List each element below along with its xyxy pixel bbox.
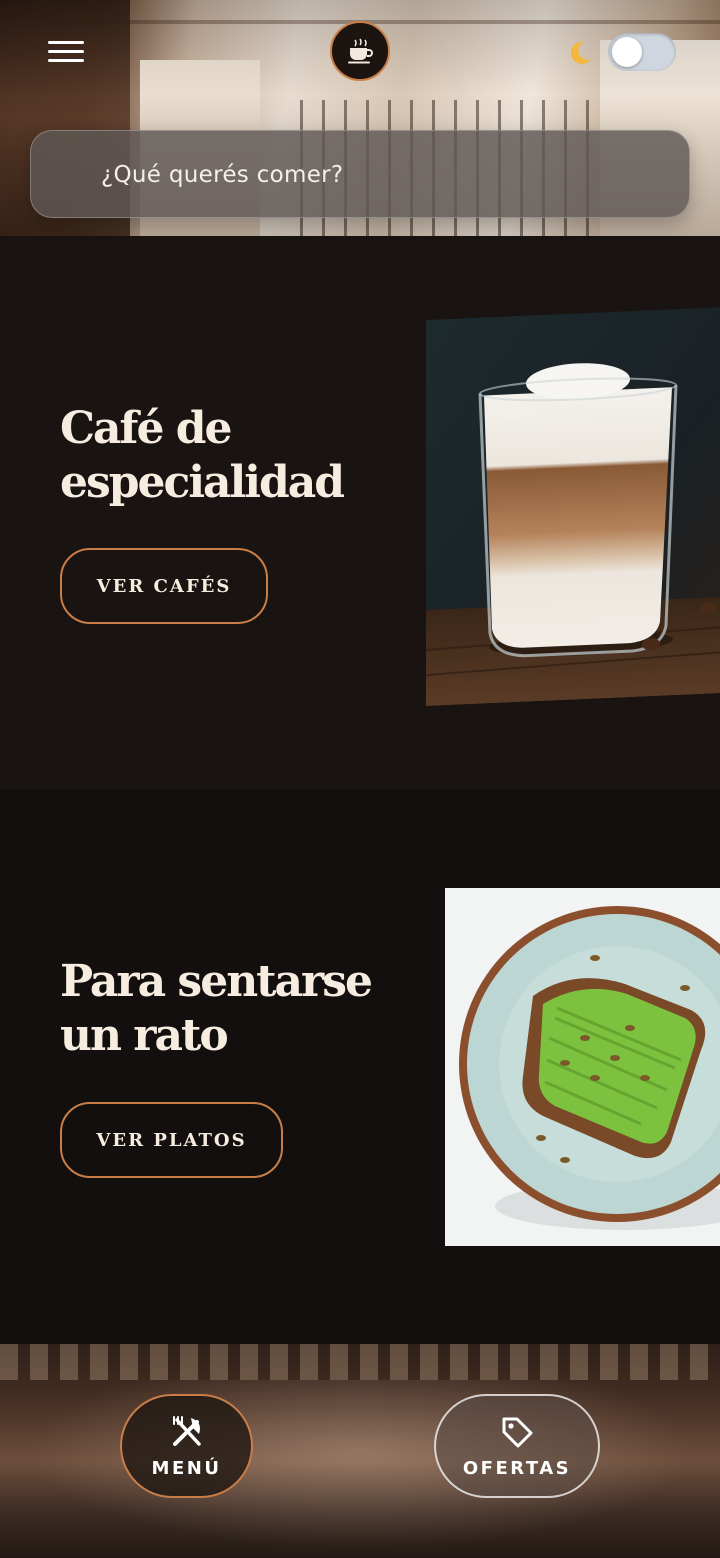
moon-icon [564,38,594,68]
search-input[interactable] [101,153,661,197]
dark-mode-toggle[interactable] [608,33,676,71]
menu-nav-button[interactable]: MENÚ [120,1394,253,1498]
bottom-background [0,1344,720,1558]
section-sit-down-food: Para sentarse un rato VER PLATOS [0,789,720,1344]
fork-knife-icon [169,1414,205,1450]
offers-nav-label: OFERTAS [462,1457,572,1479]
toggle-knob [612,37,642,67]
view-coffees-button[interactable]: VER CAFÉS [60,548,268,624]
section-title-food: Para sentarse un rato [60,956,373,1061]
section-specialty-coffee: Café de especialidad VER CAFÉS [0,236,720,789]
hamburger-menu-icon[interactable] [48,38,84,66]
view-dishes-button[interactable]: VER PLATOS [60,1102,283,1178]
section-title-coffee: Café de especialidad [60,403,345,508]
price-tag-icon [499,1414,535,1450]
coffee-latte-image [426,306,720,706]
search-bar[interactable] [30,130,690,218]
offers-nav-button[interactable]: OFERTAS [434,1394,600,1498]
logo-coffee-cup-icon[interactable] [330,21,390,81]
avocado-toast-image [445,888,720,1246]
menu-nav-label: MENÚ [151,1457,222,1479]
